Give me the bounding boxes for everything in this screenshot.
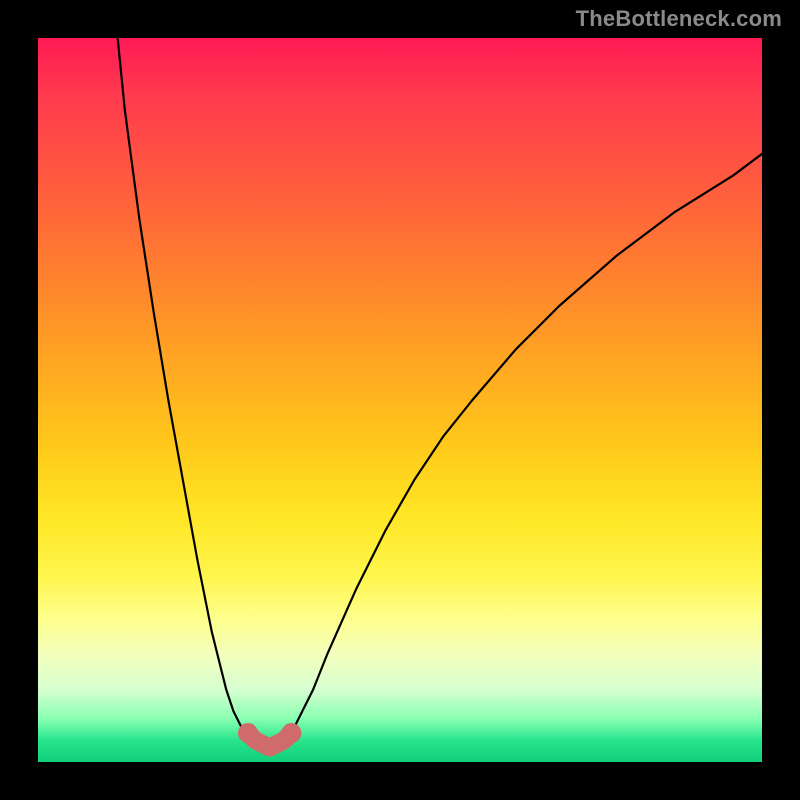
plot-area	[38, 38, 762, 762]
bottleneck-curve	[118, 38, 762, 733]
chart-frame: TheBottleneck.com	[0, 0, 800, 800]
watermark-text: TheBottleneck.com	[576, 6, 782, 32]
valley-marker	[238, 723, 301, 747]
curve-svg	[38, 38, 762, 762]
